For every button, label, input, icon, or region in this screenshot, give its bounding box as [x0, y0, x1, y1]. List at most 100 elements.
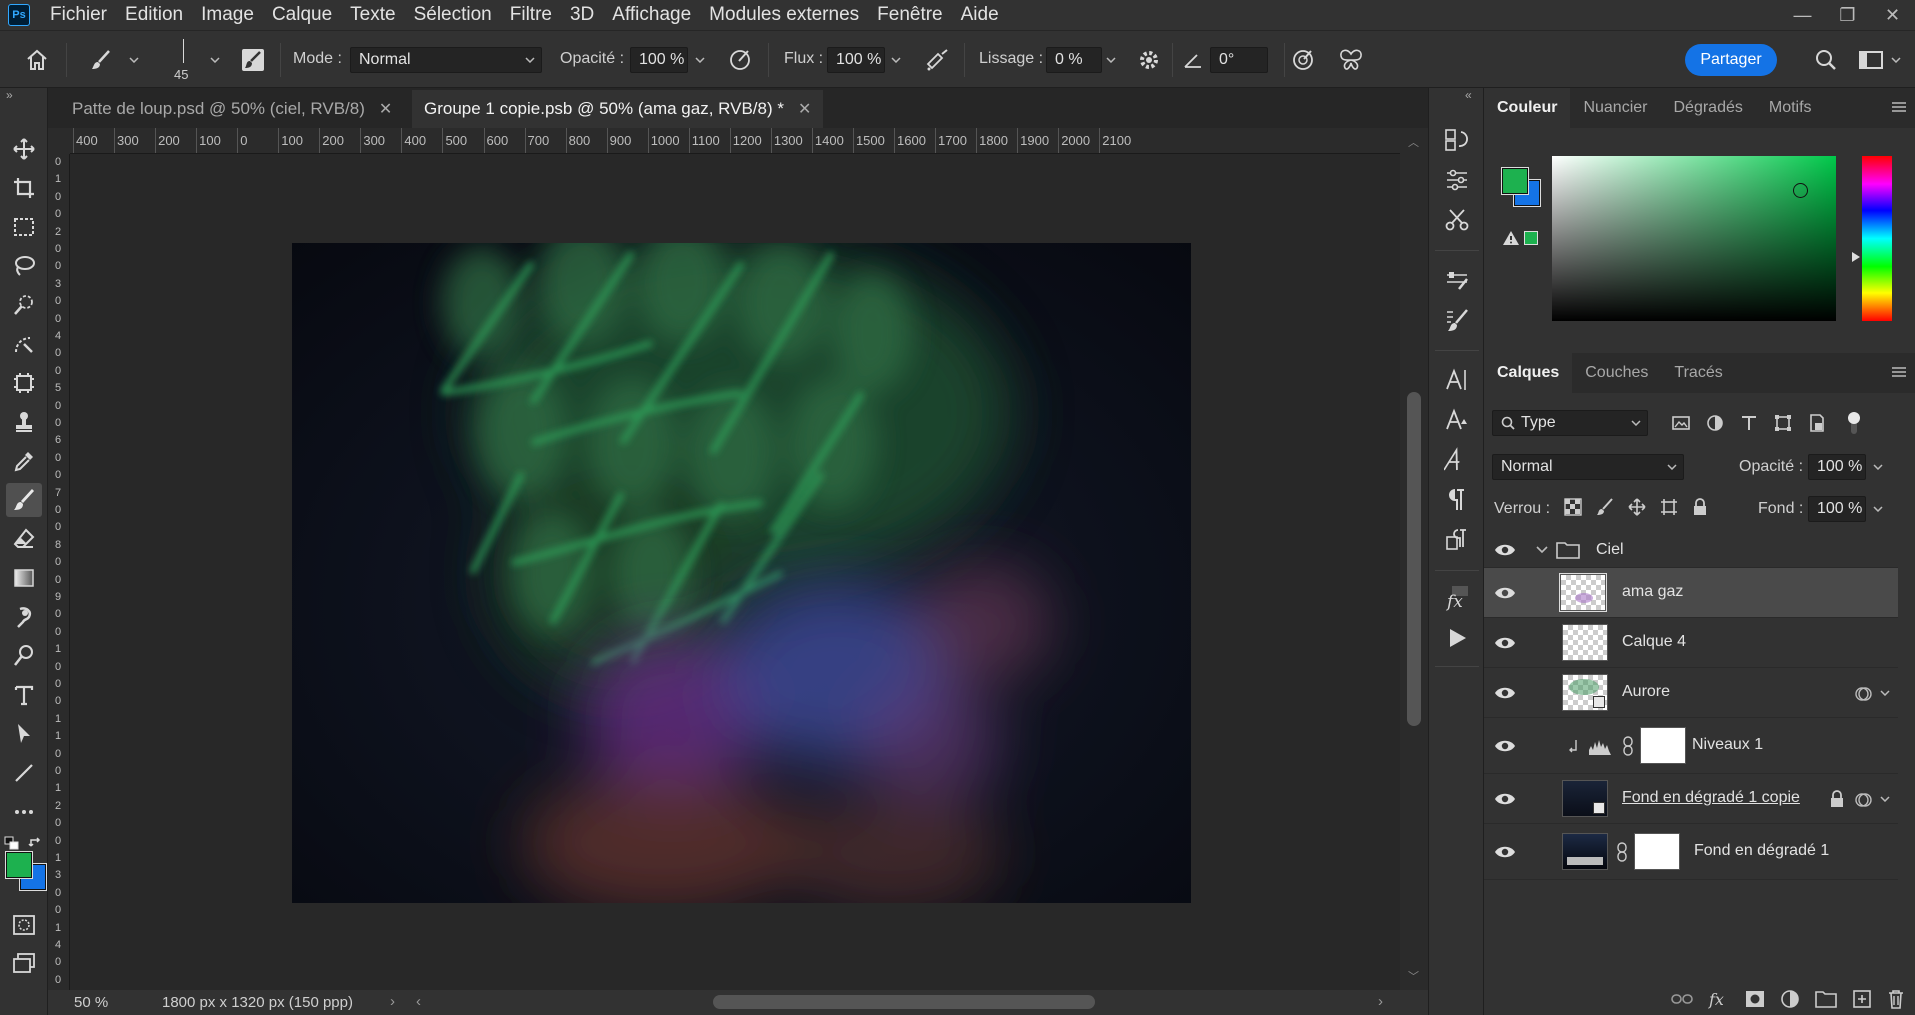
menu-fenetre[interactable]: Fenêtre [877, 4, 942, 26]
layer-group-ciel[interactable]: Ciel [1484, 532, 1898, 568]
layer-filter-select[interactable]: Type [1492, 410, 1648, 436]
menu-calque[interactable]: Calque [272, 4, 332, 26]
add-mask-icon[interactable] [1745, 990, 1765, 1008]
zoom-level[interactable]: 50 % [74, 994, 108, 1011]
filter-adjustment-icon[interactable] [1706, 414, 1724, 432]
tab-patte-de-loup[interactable]: Patte de loup.psd @ 50% (ciel, RVB/8) ✕ [60, 90, 405, 128]
layer-fond-en-degrade-1[interactable]: Fond en dégradé 1 [1484, 824, 1898, 880]
line-tool-icon[interactable] [6, 756, 42, 790]
lock-pixels-icon[interactable] [1596, 498, 1614, 516]
gradient-tool-icon[interactable] [6, 561, 42, 595]
smudge-tool-icon[interactable] [6, 600, 42, 634]
new-layer-icon[interactable] [1852, 989, 1872, 1009]
eraser-tool-icon[interactable] [6, 522, 42, 556]
angle-input[interactable]: 0° [1210, 47, 1268, 73]
menu-aide[interactable]: Aide [961, 4, 999, 26]
hue-slider-marker[interactable] [1852, 252, 1860, 262]
tab-degrades[interactable]: Dégradés [1660, 88, 1755, 128]
ruler-origin[interactable] [48, 128, 70, 154]
close-window-button[interactable]: ✕ [1870, 0, 1915, 30]
collapse-panels-icon[interactable]: « [1465, 88, 1472, 102]
gear-icon[interactable] [1136, 47, 1162, 73]
marquee-tool-icon[interactable] [6, 210, 42, 244]
path-selection-tool-icon[interactable] [6, 717, 42, 751]
new-adjustment-icon[interactable] [1780, 989, 1800, 1009]
layer-niveaux-1[interactable]: Niveaux 1 [1484, 718, 1898, 774]
vertical-scrollbar[interactable]: ︿ ﹀ [1400, 128, 1428, 990]
lock-transparent-icon[interactable] [1564, 498, 1582, 516]
tab-couleur[interactable]: Couleur [1484, 88, 1571, 128]
scroll-right-icon[interactable]: › [1378, 993, 1383, 1010]
tab-traces[interactable]: Tracés [1661, 353, 1735, 393]
paragraph-styles-icon[interactable] [1441, 524, 1473, 556]
menu-3d[interactable]: 3D [570, 4, 594, 26]
restore-button[interactable]: ❐ [1825, 0, 1870, 30]
adjustments-sliders-icon[interactable] [1441, 164, 1473, 196]
visibility-eye-icon[interactable] [1494, 635, 1516, 651]
menu-modules-externes[interactable]: Modules externes [709, 4, 859, 26]
glyphs-icon[interactable] [1441, 444, 1473, 476]
gamut-warning-icon[interactable] [1502, 230, 1520, 246]
canvas-area[interactable] [70, 154, 1400, 990]
color-picker-cursor[interactable] [1793, 183, 1808, 198]
styles-fx-icon[interactable]: fx [1441, 582, 1473, 614]
layer-opacity-input[interactable]: 100 % [1808, 454, 1866, 480]
flux-input[interactable]: 100 % [827, 47, 885, 73]
tools-scissors-icon[interactable] [1441, 204, 1473, 236]
tab-calques[interactable]: Calques [1484, 353, 1573, 393]
brush-preset-caret-icon[interactable] [124, 47, 144, 73]
scroll-up-icon[interactable]: ︿ [1408, 134, 1419, 150]
pressure-opacity-icon[interactable] [727, 47, 753, 73]
character-styles-icon[interactable] [1441, 404, 1473, 436]
layer-mask-thumbnail[interactable] [1640, 727, 1686, 764]
lissage-caret-icon[interactable] [1101, 47, 1121, 73]
menu-edition[interactable]: Edition [125, 4, 183, 26]
pressure-size-icon[interactable] [1290, 47, 1316, 73]
filter-shape-icon[interactable] [1774, 414, 1792, 432]
opacity-input[interactable]: 100 % [630, 47, 688, 73]
tab-nuancier[interactable]: Nuancier [1570, 88, 1660, 128]
actions-play-icon[interactable] [1441, 622, 1473, 654]
document-canvas[interactable] [292, 243, 1191, 903]
quick-selection-tool-icon[interactable] [6, 288, 42, 322]
layer-mask-thumbnail[interactable] [1634, 833, 1680, 870]
link-layers-icon[interactable] [1671, 992, 1693, 1006]
filter-smart-object-icon[interactable] [1808, 414, 1826, 432]
brush-panel-toggle-icon[interactable] [240, 47, 266, 73]
character-panel-icon[interactable] [1441, 364, 1473, 396]
menu-affichage[interactable]: Affichage [612, 4, 691, 26]
tab-motifs[interactable]: Motifs [1756, 88, 1825, 128]
symmetry-butterfly-icon[interactable] [1338, 47, 1364, 73]
foreground-color-swatch[interactable] [5, 851, 33, 879]
delete-layer-trash-icon[interactable] [1887, 989, 1905, 1009]
default-colors-icon[interactable] [4, 836, 20, 850]
smart-filter-icon[interactable] [1854, 685, 1872, 703]
menu-selection[interactable]: Sélection [414, 4, 492, 26]
color-picker-field[interactable] [1552, 156, 1836, 321]
share-button[interactable]: Partager [1685, 44, 1777, 76]
layer-thumbnail[interactable] [1562, 674, 1608, 711]
workspace-caret-icon[interactable] [1886, 47, 1906, 73]
gamut-swatch[interactable] [1524, 231, 1538, 245]
layer-thumbnail[interactable] [1559, 573, 1607, 612]
layer-thumbnail[interactable] [1562, 833, 1608, 870]
filter-type-icon[interactable] [1740, 414, 1758, 432]
lissage-input[interactable]: 0 % [1046, 47, 1102, 73]
more-tools-icon[interactable] [6, 795, 42, 829]
opacity-caret-icon[interactable] [690, 47, 710, 73]
chevron-down-icon[interactable] [1536, 546, 1548, 554]
panel-foreground-swatch[interactable] [1501, 167, 1529, 195]
mask-link-icon[interactable] [1616, 842, 1628, 862]
panel-menu-icon[interactable] [1891, 365, 1907, 379]
layer-ama-gaz[interactable]: ama gaz [1484, 568, 1898, 618]
lock-position-icon[interactable] [1628, 498, 1646, 516]
chevron-down-icon[interactable] [1873, 464, 1883, 470]
tab-couches[interactable]: Couches [1572, 353, 1661, 393]
scroll-left-icon[interactable]: ‹ [416, 993, 421, 1010]
search-icon[interactable] [1813, 47, 1839, 73]
history-icon[interactable] [1441, 124, 1473, 156]
swap-colors-icon[interactable] [28, 836, 44, 850]
lock-all-icon[interactable] [1692, 498, 1708, 516]
filter-pixel-icon[interactable] [1672, 414, 1690, 432]
visibility-eye-icon[interactable] [1494, 791, 1516, 807]
